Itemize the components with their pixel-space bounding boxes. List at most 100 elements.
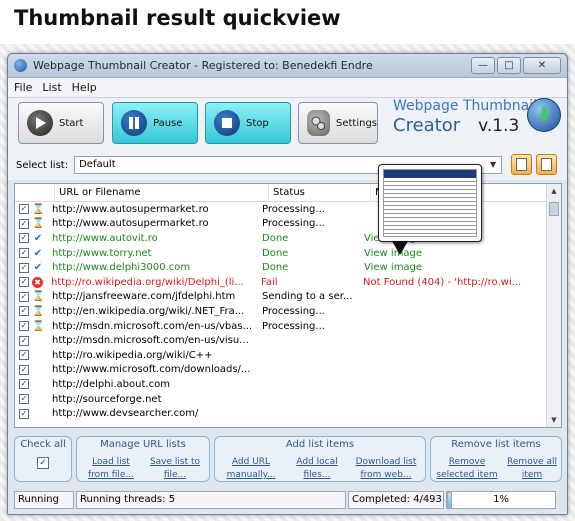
check-all-checkbox[interactable]: ✓ xyxy=(37,457,49,469)
pause-icon xyxy=(121,110,147,136)
progress-label: 1% xyxy=(493,494,509,505)
action-panel: Check all ✓ Manage URL lists Load list f… xyxy=(14,434,562,484)
row-checkbox[interactable]: ✓ xyxy=(19,306,29,317)
url-cell: http://jansfreeware.com/jfdelphi.htm xyxy=(52,291,236,303)
toolbar: Start Pause Stop Settings Webpage Thumbn… xyxy=(8,98,567,150)
message-cell[interactable]: View image xyxy=(360,248,536,259)
load-list-link[interactable]: Load list from file... xyxy=(83,456,139,482)
group-check-all: Check all ✓ xyxy=(14,436,72,482)
brand-line-2-row: Creator v.1.3 xyxy=(393,115,537,136)
row-checkbox[interactable]: ✓ xyxy=(19,204,29,215)
table-row[interactable]: ✓ ⌛ http://en.wikipedia.org/wiki/.NET_Fra.… xyxy=(15,304,561,319)
row-checkbox[interactable]: ✓ xyxy=(19,408,29,419)
row-checkbox[interactable]: ✓ xyxy=(19,321,29,332)
row-checkbox[interactable]: ✓ xyxy=(19,379,29,390)
check-icon: ✔ xyxy=(33,232,43,244)
table-row[interactable]: ✓ http://ro.wikipedia.org/wiki/C++ xyxy=(15,348,561,363)
hourglass-icon: ⌛ xyxy=(32,291,45,303)
close-button[interactable]: ✕ xyxy=(523,57,561,74)
row-checkbox[interactable]: ✓ xyxy=(19,350,29,361)
url-cell: http://www.autosupermarket.ro xyxy=(52,203,209,215)
select-list-label: Select list: xyxy=(16,159,69,171)
progress-bar: 1% xyxy=(446,491,556,509)
vertical-scrollbar[interactable]: ▲ ▼ xyxy=(546,184,561,427)
manage-lists-title: Manage URL lists xyxy=(100,439,186,450)
title-bar[interactable]: Webpage Thumbnail Creator - Registered t… xyxy=(8,54,567,78)
message-cell: Not Found (404) - 'http://ro.wi... xyxy=(363,276,522,288)
window-title: Webpage Thumbnail Creator - Registered t… xyxy=(33,59,373,72)
list-select-row: Select list: Default ▼ xyxy=(8,150,567,180)
download-list-link[interactable]: Download list from web... xyxy=(353,456,419,482)
start-button[interactable]: Start xyxy=(18,102,104,144)
scroll-down-icon[interactable]: ▼ xyxy=(547,413,561,427)
table-row[interactable]: ✓ http://sourceforge.net xyxy=(15,392,561,407)
table-row[interactable]: ✓ http://msdn.microsoft.com/en-us/visu... xyxy=(15,333,561,348)
pause-button[interactable]: Pause xyxy=(112,102,198,144)
message-cell[interactable]: View image xyxy=(360,262,536,273)
row-checkbox[interactable]: ✓ xyxy=(19,248,29,259)
new-list-button[interactable] xyxy=(511,154,532,175)
check-icon: ✔ xyxy=(33,247,43,259)
remove-selected-link[interactable]: Remove selected item xyxy=(435,456,499,482)
thumbnail-quickview-popup[interactable] xyxy=(378,164,482,242)
table-row[interactable]: ✓ http://www.microsoft.com/downloads/... xyxy=(15,363,561,378)
table-row[interactable]: ✓ http://www.devsearcher.com/ xyxy=(15,406,561,421)
row-checkbox[interactable]: ✓ xyxy=(19,277,29,288)
header-status[interactable]: Status xyxy=(269,184,371,201)
menu-file[interactable]: File xyxy=(14,81,32,94)
add-items-title: Add list items xyxy=(285,439,355,450)
table-row[interactable]: ✓ ✔ http://www.torry.net Done View image xyxy=(15,246,561,261)
gears-icon xyxy=(307,110,330,136)
page-heading: Thumbnail result quickview xyxy=(14,6,341,30)
add-local-link[interactable]: Add local files... xyxy=(287,456,347,482)
row-checkbox[interactable]: ✓ xyxy=(19,218,29,229)
stop-icon xyxy=(214,110,240,136)
status-cell: Processing... xyxy=(262,305,325,317)
brand-logo: Webpage Thumbnail Creator v.1.3 xyxy=(393,98,537,136)
globe-download-icon xyxy=(527,98,561,132)
menu-list[interactable]: List xyxy=(42,81,61,94)
row-checkbox[interactable]: ✓ xyxy=(19,335,29,346)
delete-list-button[interactable] xyxy=(536,154,557,175)
stop-button[interactable]: Stop xyxy=(205,102,291,144)
status-cell: Processing... xyxy=(262,320,325,332)
settings-button[interactable]: Settings xyxy=(298,102,378,144)
menu-help[interactable]: Help xyxy=(72,81,97,94)
table-row[interactable]: ✓ ⌛ http://jansfreeware.com/jfdelphi.htm Se… xyxy=(15,290,561,305)
row-checkbox[interactable]: ✓ xyxy=(19,262,29,273)
status-bar: Running Running threads: 5 Completed: 4/… xyxy=(14,491,562,509)
remove-all-link[interactable]: Remove all item xyxy=(507,456,557,482)
row-checkbox[interactable]: ✓ xyxy=(19,291,29,302)
table-row[interactable]: ✓ ⌛ http://msdn.microsoft.com/en-us/vbas..… xyxy=(15,319,561,334)
table-row[interactable]: ✓ ✔ http://www.delphi3000.com Done View imag… xyxy=(15,260,561,275)
url-cell: http://www.delphi3000.com xyxy=(52,262,191,274)
header-url[interactable]: URL or Filename xyxy=(55,184,269,201)
row-checkbox[interactable]: ✓ xyxy=(19,233,29,244)
chevron-down-icon[interactable]: ▼ xyxy=(487,159,499,171)
minimize-button[interactable]: — xyxy=(471,57,495,74)
hourglass-icon: ⌛ xyxy=(32,218,45,230)
maximize-button[interactable]: □ xyxy=(497,57,521,74)
row-checkbox[interactable]: ✓ xyxy=(19,394,29,405)
add-url-link[interactable]: Add URL manually... xyxy=(221,456,281,482)
list-select-value: Default xyxy=(79,159,116,170)
status-cell: Done xyxy=(262,262,289,274)
hourglass-icon: ⌛ xyxy=(32,203,45,215)
pause-label: Pause xyxy=(153,117,183,129)
delete-page-icon xyxy=(541,158,552,171)
stop-label: Stop xyxy=(246,117,269,129)
url-cell: http://www.autovit.ro xyxy=(52,232,158,244)
url-cell: http://delphi.about.com xyxy=(52,378,170,390)
status-cell: Processing... xyxy=(262,218,325,230)
save-list-link[interactable]: Save list to file... xyxy=(147,456,203,482)
check-icon: ✔ xyxy=(33,262,43,274)
table-row[interactable]: ✓ http://delphi.about.com xyxy=(15,377,561,392)
row-checkbox[interactable]: ✓ xyxy=(19,364,29,375)
url-cell: http://msdn.microsoft.com/en-us/vbas... xyxy=(52,320,253,332)
table-row[interactable]: ✓ ✖ http://ro.wikipedia.org/wiki/Delphi_(l… xyxy=(15,275,561,290)
scroll-thumb[interactable] xyxy=(549,202,559,216)
url-cell: http://ro.wikipedia.org/wiki/Delphi_(li.… xyxy=(51,276,244,288)
new-page-icon xyxy=(516,158,527,171)
url-cell: http://ro.wikipedia.org/wiki/C++ xyxy=(52,349,213,361)
scroll-up-icon[interactable]: ▲ xyxy=(547,184,561,198)
